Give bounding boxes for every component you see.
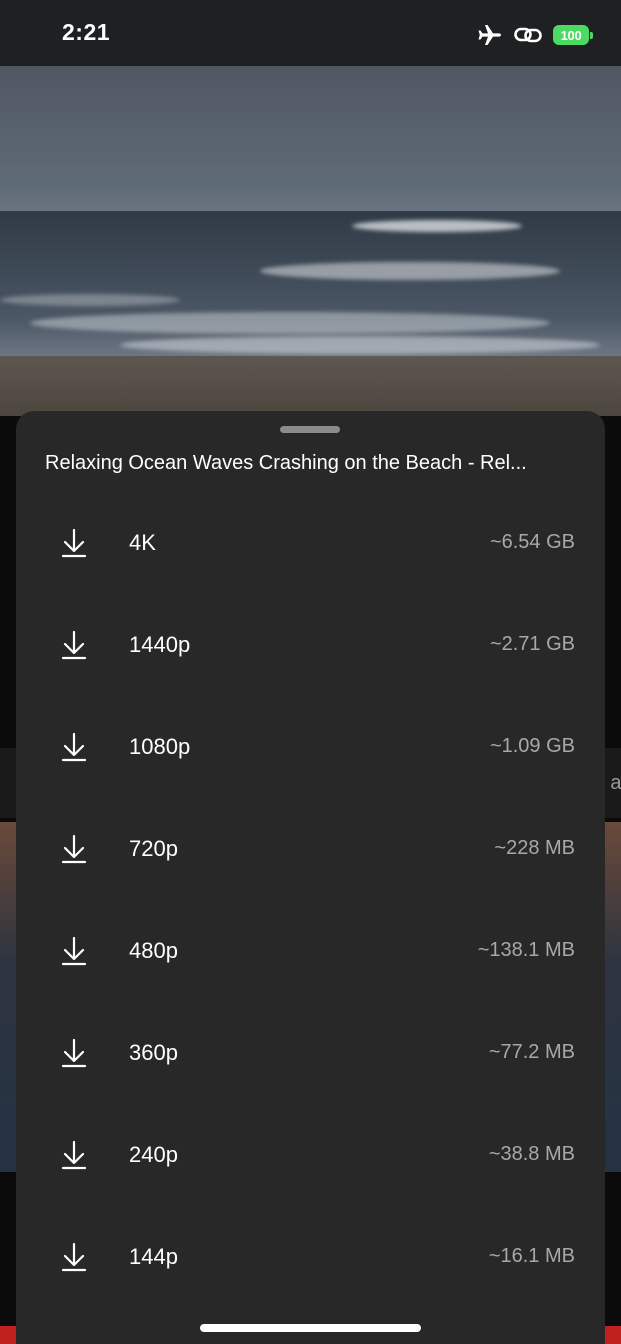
quality-label: 360p <box>129 1040 178 1065</box>
airplane-mode-icon <box>478 25 501 45</box>
battery-level: 100 <box>560 27 582 43</box>
download-icon <box>61 630 87 660</box>
background-text: at <box>610 772 621 794</box>
quality-label: 4K <box>129 530 156 555</box>
background-accent <box>0 1326 16 1344</box>
quality-label: 1440p <box>129 632 191 657</box>
download-quality-sheet: Relaxing Ocean Waves Crashing on the Bea… <box>16 411 605 1344</box>
battery-charging-icon: 100 <box>553 25 593 45</box>
status-time: 2:21 <box>62 19 111 45</box>
file-size: ~1.09 GB <box>489 735 575 757</box>
file-size: ~6.54 GB <box>489 531 575 553</box>
video-sea <box>0 211 621 356</box>
video-sand <box>0 356 621 416</box>
download-icon <box>61 1140 87 1170</box>
wave-foam <box>352 220 522 232</box>
quality-option-4k[interactable]: 4K ~6.54 GB <box>16 492 605 594</box>
status-bar: 2:21 100 <box>0 0 621 66</box>
status-icons: 100 <box>477 22 593 48</box>
quality-label: 720p <box>129 836 178 861</box>
video-title: Relaxing Ocean Waves Crashing on the Bea… <box>45 452 527 474</box>
background-thumbnail <box>0 822 16 1172</box>
background-accent <box>605 1326 621 1344</box>
wave-foam <box>30 312 550 334</box>
quality-label: 480p <box>129 938 178 963</box>
background-bar <box>0 748 16 818</box>
wave-foam <box>260 262 560 280</box>
quality-option-480p[interactable]: 480p ~138.1 MB <box>16 900 605 1002</box>
video-sky <box>0 66 621 211</box>
quality-option-240p[interactable]: 240p ~38.8 MB <box>16 1104 605 1206</box>
sheet-grabber[interactable] <box>280 426 340 433</box>
file-size: ~138.1 MB <box>477 939 575 961</box>
download-icon <box>61 1242 87 1272</box>
battery-cap <box>590 32 593 39</box>
quality-label: 1080p <box>129 734 191 759</box>
file-size: ~16.1 MB <box>488 1245 575 1267</box>
quality-option-1440p[interactable]: 1440p ~2.71 GB <box>16 594 605 696</box>
background-thumbnail <box>605 822 621 1172</box>
file-size: ~228 MB <box>494 837 575 859</box>
file-size: ~38.8 MB <box>488 1143 575 1165</box>
video-player[interactable] <box>0 66 621 416</box>
wave-foam <box>0 294 180 306</box>
download-icon <box>61 834 87 864</box>
home-indicator[interactable] <box>200 1324 421 1332</box>
file-size: ~77.2 MB <box>488 1041 575 1063</box>
download-icon <box>61 732 87 762</box>
quality-label: 240p <box>129 1142 178 1167</box>
quality-option-1080p[interactable]: 1080p ~1.09 GB <box>16 696 605 798</box>
link-icon <box>514 27 542 43</box>
download-icon <box>61 528 87 558</box>
download-icon <box>61 1038 87 1068</box>
quality-option-720p[interactable]: 720p ~228 MB <box>16 798 605 900</box>
quality-label: 144p <box>129 1244 178 1269</box>
screen: 2:21 100 at <box>0 0 621 1344</box>
quality-option-360p[interactable]: 360p ~77.2 MB <box>16 1002 605 1104</box>
quality-option-144p[interactable]: 144p ~16.1 MB <box>16 1206 605 1308</box>
wave-foam <box>120 336 600 354</box>
file-size: ~2.71 GB <box>489 633 575 655</box>
quality-options-list: 4K ~6.54 GB 1440p ~2.71 GB 1080p ~1.09 G… <box>16 492 605 1308</box>
download-icon <box>61 936 87 966</box>
